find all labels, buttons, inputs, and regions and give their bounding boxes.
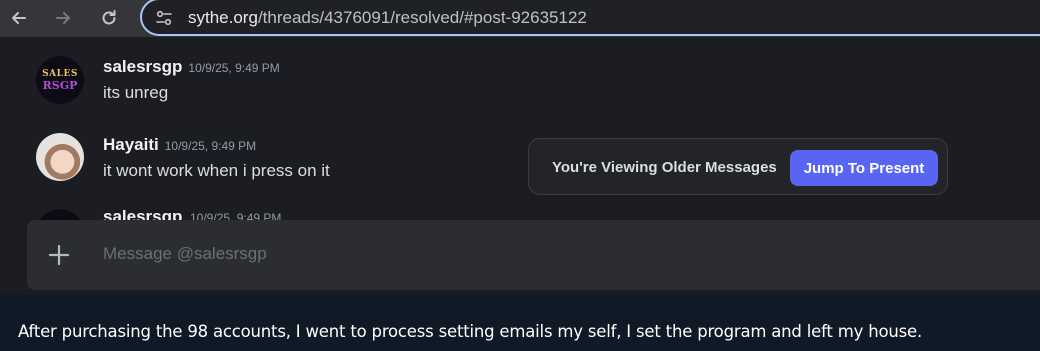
message-header: Hayaiti 10/9/25, 9:49 PM — [103, 135, 256, 155]
avatar-logo-text: RSGP — [42, 79, 78, 92]
avatar — [36, 133, 84, 181]
message-timestamp: 10/9/25, 9:49 PM — [188, 61, 280, 75]
discord-screenshot: SALES RSGP salesrsgp 10/9/25, 9:49 PM its… — [0, 37, 1040, 295]
message-input[interactable]: Message @salesrsgp — [103, 244, 267, 264]
message-header: salesrsgp 10/9/25, 9:49 PM — [103, 57, 280, 77]
address-bar[interactable]: sythe.org/threads/4376091/resolved/#post… — [140, 0, 1040, 36]
site-info-icon[interactable] — [154, 8, 174, 28]
forward-button[interactable] — [50, 5, 76, 31]
message-timestamp: 10/9/25, 9:49 PM — [164, 139, 257, 153]
reload-icon — [102, 10, 116, 25]
post-body-text: After purchasing the 98 accounts, I went… — [18, 322, 923, 341]
back-button[interactable] — [6, 5, 32, 31]
message-text: it wont work when i press on it — [103, 161, 330, 180]
older-messages-notice: You're Viewing Older Messages — [552, 159, 777, 176]
older-messages-bar: You're Viewing Older Messages Jump To Pr… — [528, 138, 948, 195]
avatar-logo-text: SALES — [42, 69, 78, 79]
author-name[interactable]: Hayaiti — [103, 135, 159, 154]
message-composer: Message @salesrsgp — [27, 220, 1040, 290]
url-host: sythe.org — [188, 8, 258, 27]
url-text: sythe.org/threads/4376091/resolved/#post… — [188, 8, 587, 28]
message-text: its unreg — [103, 83, 169, 102]
forward-arrow-icon — [56, 12, 70, 24]
reload-button[interactable] — [96, 5, 122, 31]
url-path: /threads/4376091/resolved/#post-92635122 — [257, 8, 587, 27]
browser-toolbar: sythe.org/threads/4376091/resolved/#post… — [0, 0, 1040, 37]
avatar: SALES RSGP — [36, 56, 84, 104]
back-arrow-icon — [12, 12, 26, 24]
author-name[interactable]: salesrsgp — [103, 57, 182, 76]
jump-to-present-button[interactable]: Jump To Present — [790, 150, 938, 186]
plus-icon[interactable] — [47, 243, 71, 267]
